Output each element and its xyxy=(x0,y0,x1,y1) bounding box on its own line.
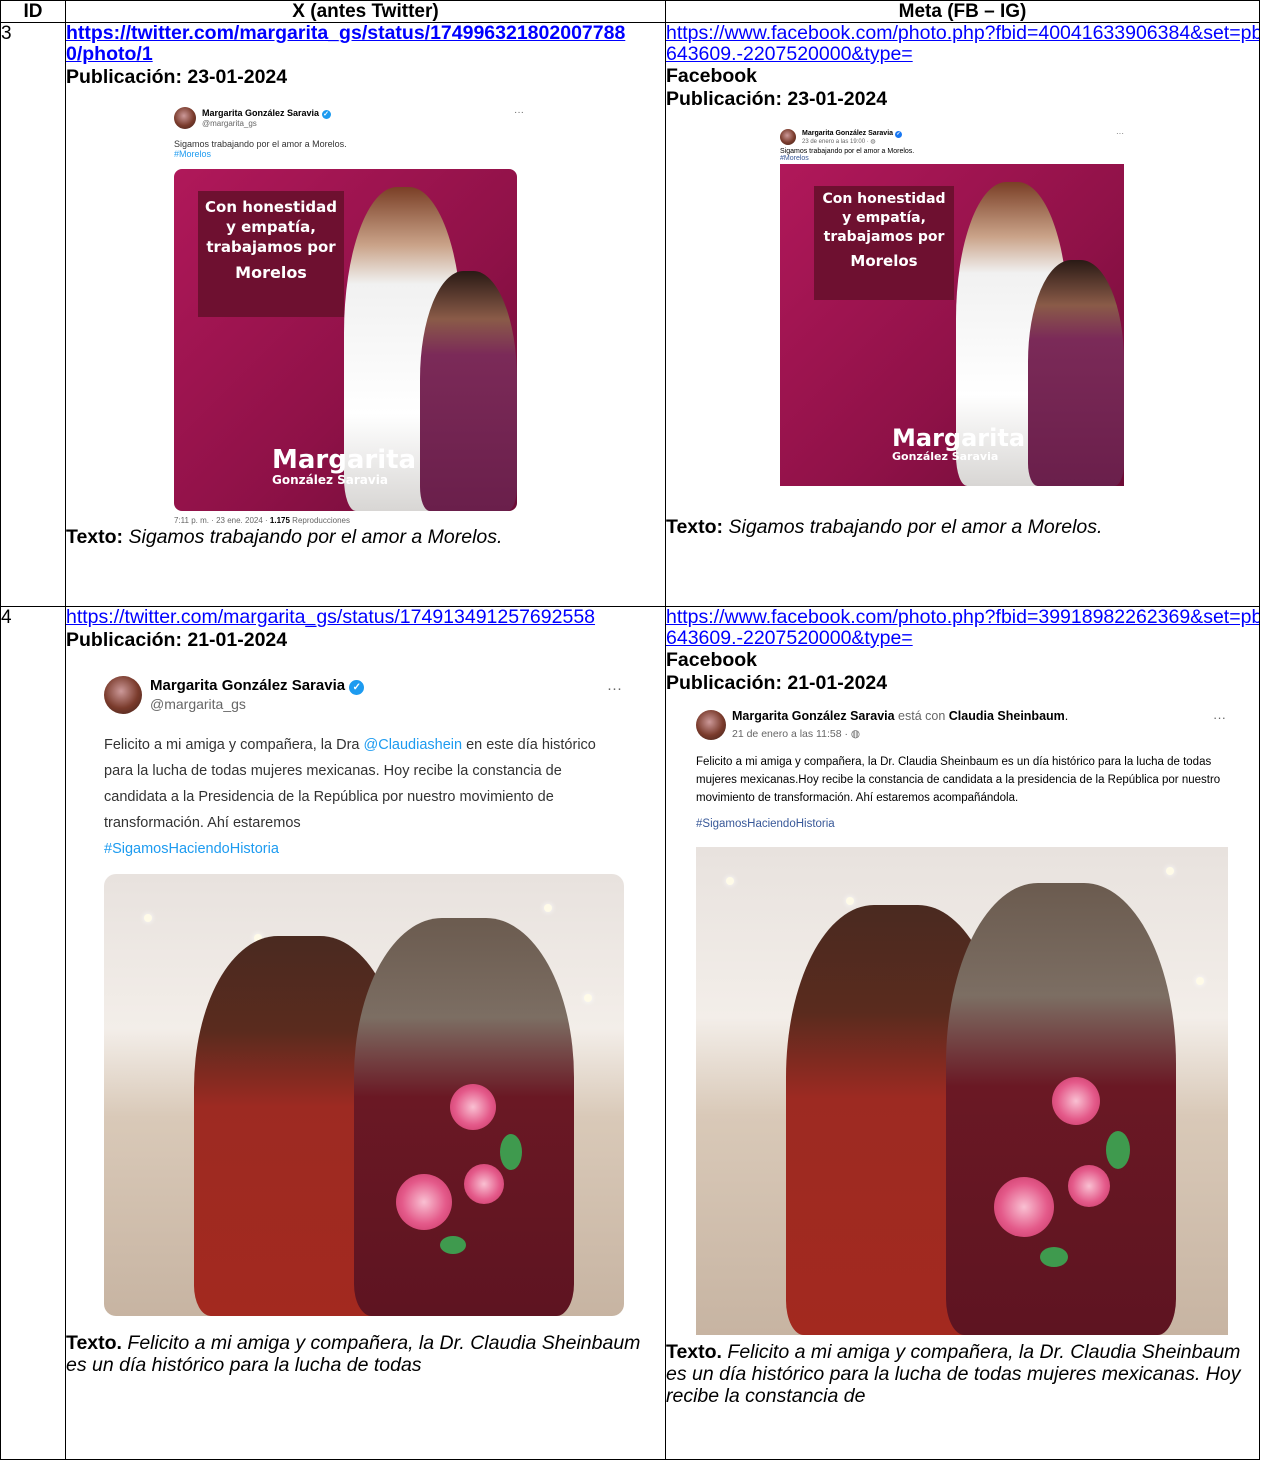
avatar xyxy=(104,676,142,714)
facebook-screenshot: Margarita González Saravia está con Clau… xyxy=(696,707,1232,1335)
globe-icon: ◍ xyxy=(870,138,876,145)
person-purple-sweater xyxy=(1028,260,1124,486)
tweet-hashtag[interactable]: #SigamosHaciendoHistoria xyxy=(104,836,626,862)
more-options-icon[interactable]: ··· xyxy=(1213,709,1226,727)
post-text-caption: Texto: Sigamos trabajando por el amor a … xyxy=(666,516,1103,538)
event-photo xyxy=(104,874,624,1316)
avatar xyxy=(780,129,796,145)
slogan-text: Con honestidad y empatía, trabajamos por… xyxy=(814,186,954,300)
brand-logo: Margarita González Saravia xyxy=(272,445,417,487)
post-date: 23 de enero a las 19:00 · xyxy=(802,138,871,145)
row-id: 4 xyxy=(0,606,66,1460)
author-name: Margarita González Saravia xyxy=(802,129,894,137)
author-handle: @margarita_gs xyxy=(150,696,246,712)
header-x: X (antes Twitter) xyxy=(65,0,666,23)
publication-date: Publicación: 23-01-2024 xyxy=(66,66,288,88)
globe-icon: ◍ xyxy=(850,728,861,740)
tweet-text: Felicito a mi amiga y compañera, la Dra … xyxy=(104,737,596,831)
platform-name: Facebook xyxy=(666,65,758,87)
header-id: ID xyxy=(0,0,66,23)
author-name: Margarita González Saravia xyxy=(202,108,320,118)
fb-post-text: Sigamos trabajando por el amor a Morelos… xyxy=(780,148,915,155)
meta-cell: https://www.facebook.com/photo.php?fbid=… xyxy=(665,22,1260,607)
verified-badge-icon: ✓ xyxy=(321,110,331,119)
more-options-icon[interactable]: ··· xyxy=(1116,129,1124,138)
slogan-text: Con honestidad y empatía, trabajamos por… xyxy=(198,191,344,317)
tweet-text: Sigamos trabajando por el amor a Morelos… xyxy=(174,139,347,149)
platform-name: Facebook xyxy=(666,649,758,671)
x-post-link[interactable]: https://twitter.com/margarita_gs/status/… xyxy=(67,24,627,66)
campaign-graphic: Con honestidad y empatía, trabajamos por… xyxy=(174,169,517,511)
fb-hashtag[interactable]: #SigamosHaciendoHistoria xyxy=(696,815,1232,833)
tweet-screenshot: Margarita González Saravia ✓ @margarita_… xyxy=(104,676,626,1316)
more-options-icon[interactable]: ··· xyxy=(514,107,524,118)
x-post-link[interactable]: https://twitter.com/margarita_gs/status/… xyxy=(67,608,655,629)
x-cell: https://twitter.com/margarita_gs/status/… xyxy=(65,22,666,607)
campaign-graphic: Con honestidad y empatía, trabajamos por… xyxy=(780,164,1124,486)
person-purple-sweater xyxy=(420,271,517,511)
x-cell: https://twitter.com/margarita_gs/status/… xyxy=(65,606,666,1460)
verified-badge-icon: ✓ xyxy=(895,130,902,138)
header-meta: Meta (FB – IG) xyxy=(665,0,1260,23)
post-text-caption: Texto: Sigamos trabajando por el amor a … xyxy=(66,526,503,548)
tweet-screenshot: Margarita González Saravia ✓ @margarita_… xyxy=(174,107,524,525)
row-id: 3 xyxy=(0,22,66,607)
facebook-post-link[interactable]: https://www.facebook.com/photo.php?fbid=… xyxy=(667,608,1259,650)
publication-date: Publicación: 21-01-2024 xyxy=(66,629,288,651)
verified-badge-icon: ✓ xyxy=(349,680,365,695)
publication-date: Publicación: 21-01-2024 xyxy=(666,672,888,694)
more-options-icon[interactable]: ··· xyxy=(607,676,622,702)
tagged-person[interactable]: Claudia Sheinbaum xyxy=(949,709,1065,723)
table-row: 3 https://twitter.com/margarita_gs/statu… xyxy=(0,22,1260,607)
mention-link[interactable]: @Claudiashein xyxy=(364,737,463,753)
meta-cell: https://www.facebook.com/photo.php?fbid=… xyxy=(665,606,1260,1460)
event-photo xyxy=(696,847,1228,1335)
facebook-post-link[interactable]: https://www.facebook.com/photo.php?fbid=… xyxy=(667,24,1259,66)
avatar xyxy=(174,107,196,129)
author-name[interactable]: Margarita González Saravia xyxy=(732,709,895,723)
tweet-meta: 7:11 p. m. · 23 ene. 2024 · 1.175 Reprod… xyxy=(174,516,350,525)
facebook-screenshot: Margarita González Saravia ✓ 23 de enero… xyxy=(780,129,1124,486)
brand-logo: Margarita González Saravia xyxy=(892,424,1026,463)
fb-hashtag[interactable]: #Morelos xyxy=(780,155,1124,162)
post-text-caption: Texto. Felicito a mi amiga y compañera, … xyxy=(666,1341,1241,1407)
post-date: 21 de enero a las 11:58 · xyxy=(732,728,851,740)
fb-post-text: Felicito a mi amiga y compañera, la Dr. … xyxy=(696,756,1221,804)
author-name: Margarita González Saravia xyxy=(150,677,346,694)
evidence-table: ID X (antes Twitter) Meta (FB – IG) 3 ht… xyxy=(0,0,1260,1460)
table-row: 4 https://twitter.com/margarita_gs/statu… xyxy=(0,606,1260,1460)
author-handle: @margarita_gs xyxy=(202,119,257,128)
header-row: ID X (antes Twitter) Meta (FB – IG) xyxy=(0,0,1260,23)
avatar xyxy=(696,710,726,740)
post-text-caption: Texto. Felicito a mi amiga y compañera, … xyxy=(66,1332,641,1376)
publication-date: Publicación: 23-01-2024 xyxy=(666,88,888,110)
tweet-hashtag[interactable]: #Morelos xyxy=(174,149,524,159)
